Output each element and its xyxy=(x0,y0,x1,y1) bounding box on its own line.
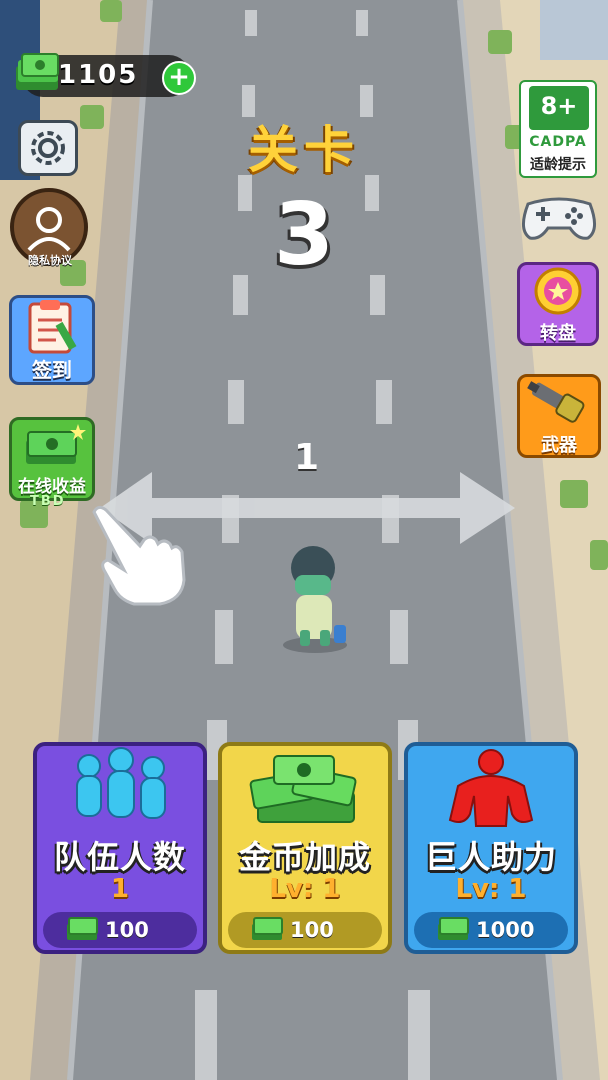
settings-button[interactable] xyxy=(18,120,78,176)
card-level: Lv: 1 xyxy=(269,874,341,904)
card-title: 巨人助力 xyxy=(424,838,557,876)
upgrade-price-button[interactable]: 100 xyxy=(43,912,197,948)
online-earnings-button[interactable]: 在线收益 xyxy=(9,417,95,501)
level-title: 关卡 xyxy=(248,121,360,179)
price-value: 100 xyxy=(105,918,149,942)
price-value: 100 xyxy=(290,918,334,942)
cadpa-text: CADPA xyxy=(529,134,587,150)
cash-icon xyxy=(67,917,98,940)
signin-label: 签到 xyxy=(32,358,72,382)
upgrade-price-button[interactable]: 100 xyxy=(228,912,382,948)
cash-stack-icon xyxy=(16,53,59,90)
coin-bonus-card[interactable]: 金币加成 Lv: 1 100 xyxy=(218,742,392,954)
team-size-card[interactable]: 队伍人数 1 100 xyxy=(33,742,207,954)
privacy-label: 隐私协议 xyxy=(28,254,72,267)
money-pile-icon xyxy=(249,755,357,823)
clipboard-icon xyxy=(28,300,77,354)
cadpa-age-rating[interactable]: 8+ CADPA 适龄提示 xyxy=(519,80,597,178)
cadpa-label: 适龄提示 xyxy=(530,157,586,173)
giant-boost-card[interactable]: 巨人助力 Lv: 1 1000 xyxy=(404,742,578,954)
cash-value: 1105 xyxy=(58,60,139,90)
card-level: Lv: 1 xyxy=(455,874,527,904)
wheel-icon xyxy=(534,267,582,315)
weapon-button[interactable]: 武器 xyxy=(517,374,601,458)
cash-icon xyxy=(252,917,283,940)
gear-icon xyxy=(31,131,65,165)
age-badge-icon: 8+ xyxy=(529,86,589,130)
price-value: 1000 xyxy=(476,918,535,942)
lucky-wheel-button[interactable]: 转盘 xyxy=(517,262,599,346)
crowd-count: 1 xyxy=(294,437,320,478)
gamepad-button[interactable] xyxy=(518,190,600,242)
cash-stack-icon xyxy=(26,424,86,464)
gatling-gun-icon xyxy=(527,381,585,423)
card-level: 1 xyxy=(110,874,130,904)
card-title: 金币加成 xyxy=(238,838,371,876)
red-giant-icon xyxy=(448,749,534,827)
online-timer: TBD xyxy=(30,494,66,509)
wheel-label: 转盘 xyxy=(540,323,576,344)
weapon-label: 武器 xyxy=(541,435,577,456)
upgrade-price-button[interactable]: 1000 xyxy=(414,912,568,948)
game-scene[interactable]: 1105 + 关卡 3 隐私协议 签到 在线收益 TBD 8+ CADPA 适龄… xyxy=(0,0,608,1080)
signin-button[interactable]: 签到 xyxy=(9,295,95,385)
cash-icon xyxy=(438,917,469,940)
team-people-icon xyxy=(76,747,166,819)
add-cash-button[interactable]: + xyxy=(162,61,196,95)
card-title: 队伍人数 xyxy=(53,838,186,876)
pointing-hand-icon xyxy=(92,505,186,606)
age-badge-text: 8+ xyxy=(540,92,578,120)
gamepad-icon xyxy=(522,197,596,240)
